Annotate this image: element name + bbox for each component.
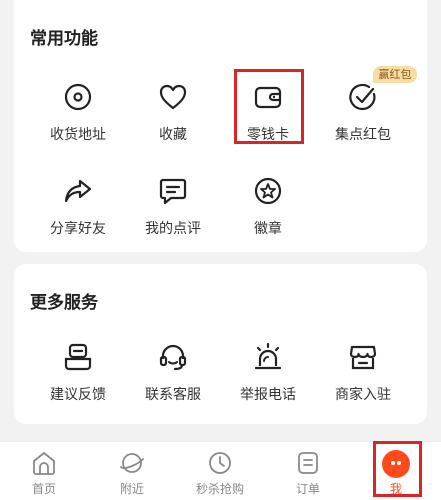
clock-icon <box>207 450 233 476</box>
wallet-card-highlight <box>234 69 304 144</box>
merchant-join-item[interactable]: 商家入驻 <box>315 342 411 422</box>
merchant-join-label: 商家入驻 <box>335 387 391 403</box>
home-icon <box>31 450 57 476</box>
share-label: 分享好友 <box>50 221 106 237</box>
share-icon <box>63 176 93 206</box>
order-icon <box>295 450 321 476</box>
customer-service-label: 联系客服 <box>145 387 201 403</box>
win-red-packet-badge: 赢红包 <box>373 66 417 83</box>
comment-icon <box>158 176 188 206</box>
favorites-label: 收藏 <box>159 127 187 143</box>
collect-points-item[interactable]: 集点红包 <box>315 82 411 162</box>
tab-nearby-label: 附近 <box>119 482 144 496</box>
heart-icon <box>158 82 188 112</box>
feedback-icon <box>63 342 93 372</box>
report-hotline-item[interactable]: 举报电话 <box>220 342 316 422</box>
store-icon <box>348 342 378 372</box>
common-functions-title: 常用功能 <box>30 29 98 49</box>
my-reviews-item[interactable]: 我的点评 <box>125 176 221 256</box>
badges-item[interactable]: 徽章 <box>220 176 316 256</box>
me-tab-highlight <box>373 441 422 497</box>
tab-orders[interactable]: 订单 <box>264 442 352 500</box>
collect-points-label: 集点红包 <box>335 127 391 143</box>
favorites-item[interactable]: 收藏 <box>125 82 221 162</box>
tab-home-label: 首页 <box>31 482 56 496</box>
feedback-item[interactable]: 建议反馈 <box>30 342 126 422</box>
tab-nearby[interactable]: 附近 <box>88 442 176 500</box>
badge-star-icon <box>253 176 283 206</box>
check-circle-icon <box>348 82 378 112</box>
alarm-icon <box>253 342 283 372</box>
more-services-card: 更多服务 建议反馈 联系客服 举报电话 商家入驻 <box>14 264 427 424</box>
planet-icon <box>119 450 145 476</box>
my-reviews-label: 我的点评 <box>145 221 201 237</box>
common-functions-card: 常用功能 收货地址 收藏 零钱卡 集点红包 分享好友 我的点评 徽章 赢红包 <box>14 0 427 252</box>
location-icon <box>63 82 93 112</box>
feedback-label: 建议反馈 <box>50 387 106 403</box>
address-item[interactable]: 收货地址 <box>30 82 126 162</box>
tab-flash-sale-label: 秒杀抢购 <box>195 482 244 496</box>
headset-icon <box>158 342 188 372</box>
more-services-title: 更多服务 <box>30 293 98 313</box>
tab-orders-label: 订单 <box>295 482 320 496</box>
share-item[interactable]: 分享好友 <box>30 176 126 256</box>
report-hotline-label: 举报电话 <box>240 387 296 403</box>
tab-home[interactable]: 首页 <box>0 442 88 500</box>
address-label: 收货地址 <box>50 127 106 143</box>
tab-flash-sale[interactable]: 秒杀抢购 <box>176 442 264 500</box>
badges-label: 徽章 <box>254 221 282 237</box>
customer-service-item[interactable]: 联系客服 <box>125 342 221 422</box>
